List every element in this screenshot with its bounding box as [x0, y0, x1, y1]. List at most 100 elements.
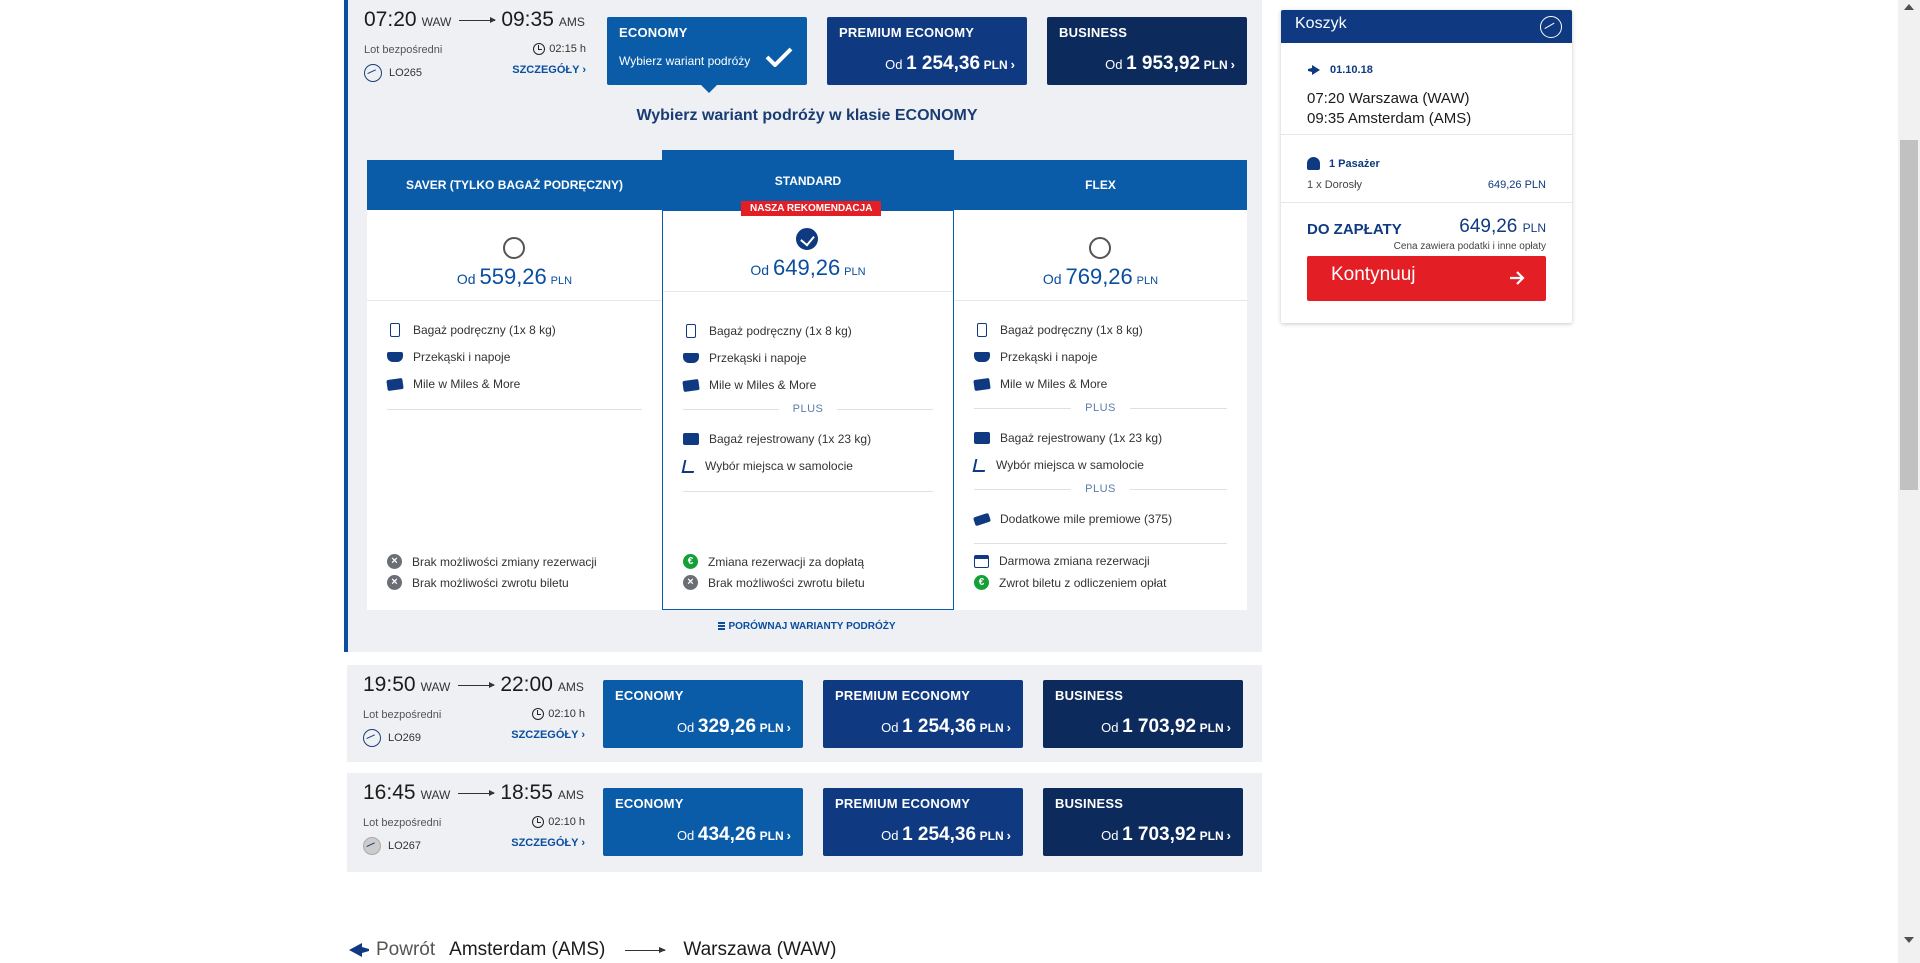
miles-card-icon [386, 377, 404, 391]
flight-info: 19:50 WAW 22:00 AMS Lot bezpośredni 02:1… [363, 673, 585, 753]
fare-premium-economy[interactable]: PREMIUM ECONOMY Od 1 254,36 PLN › [823, 788, 1023, 856]
feature-label: Dodatkowe mile premiowe (375) [1000, 512, 1173, 526]
flight-number: LO267 [363, 837, 421, 855]
page: 07:20 WAW 09:35 AMS Lot bezpośredni 02:1… [0, 0, 1920, 963]
divider [683, 491, 933, 492]
return-flight-header: Powrót Amsterdam (AMS) Warszawa (WAW) [348, 939, 836, 961]
variant-saver[interactable]: SAVER (TYLKO BAGAŻ PODRĘCZNY) Od 559,26 … [367, 160, 662, 610]
price-prefix: Od [881, 720, 899, 735]
price-currency: PLN [844, 266, 866, 278]
price-amount: 649,26 [772, 255, 841, 280]
feature-label: Bagaż podręczny (1x 8 kg) [709, 324, 852, 338]
flight-times: 16:45 WAW 18:55 AMS [363, 781, 585, 805]
lot-crane-icon [364, 64, 382, 82]
fare-name: BUSINESS [1059, 25, 1128, 40]
divider [367, 300, 662, 301]
flight-times: 19:50 WAW 22:00 AMS [363, 673, 585, 697]
scrollbar[interactable] [1898, 0, 1920, 963]
feature-hand-baggage: Bagaż podręczny (1x 8 kg) [683, 324, 852, 338]
fare-premium-economy[interactable]: PREMIUM ECONOMY Od 1 254,36 PLN › [823, 680, 1023, 748]
price-amount: 1 703,92 [1122, 824, 1197, 845]
arrival-airport: AMS [558, 15, 585, 29]
fare-price: Od 1 254,36 PLN › [881, 716, 1011, 738]
total-value: 649,26 [1459, 216, 1518, 237]
flight-row-expanded: 07:20 WAW 09:35 AMS Lot bezpośredni 02:1… [344, 0, 1262, 652]
fare-name: BUSINESS [1055, 796, 1124, 811]
cart-flight-date: 01.10.18 [1307, 63, 1373, 77]
route-arrow [459, 17, 497, 23]
lot-logo-icon [1540, 16, 1562, 38]
fare-economy[interactable]: ECONOMY Od 434,26 PLN › [603, 788, 803, 856]
plus-label: PLUS [792, 403, 824, 415]
details-link[interactable]: SZCZEGÓŁY › [511, 729, 585, 741]
arrival-time: 22:00 [500, 673, 553, 696]
divider [387, 409, 642, 410]
feature-snacks: Przekąski i napoje [387, 350, 510, 364]
variant-radio-checked[interactable] [796, 228, 818, 250]
fare-name: PREMIUM ECONOMY [839, 25, 975, 40]
snack-icon [974, 352, 990, 362]
condition-label: Brak możliwości zwrotu biletu [412, 575, 569, 590]
divider [663, 291, 953, 292]
fare-economy-selected[interactable]: ECONOMY Wybierz wariant podróży [607, 17, 807, 93]
price-amount: 434,26 [697, 824, 757, 845]
scroll-up-icon[interactable] [1904, 4, 1914, 10]
euro-icon: € [683, 554, 698, 569]
feature-label: Bagaż podręczny (1x 8 kg) [1000, 323, 1143, 337]
flight-duration: 02:10 h [532, 816, 585, 828]
price-prefix: Od [1101, 720, 1119, 735]
duration-value: 02:15 h [549, 43, 586, 55]
variant-standard[interactable]: STANDARD NASZA REKOMENDACJA Od 649,26 PL… [662, 150, 954, 610]
fare-premium-economy[interactable]: PREMIUM ECONOMY Od 1 254,36 PLN › [827, 17, 1027, 85]
adult-price: 649,26 PLN [1487, 179, 1546, 191]
condition-label: Zmiana rezerwacji za dopłatą [708, 554, 865, 569]
compare-variants-link[interactable]: PORÓWNAJ WARIANTY PODRÓŻY [348, 621, 1266, 632]
details-link[interactable]: SZCZEGÓŁY › [512, 64, 586, 76]
plus-label: PLUS [1085, 483, 1116, 495]
plus-divider: PLUS [974, 482, 1227, 496]
chevron-right-icon: › [1010, 57, 1015, 72]
selection-pointer [701, 85, 717, 93]
route-arrow [625, 946, 667, 953]
price-amount: 1 953,92 [1126, 53, 1201, 74]
scrollbar-thumb[interactable] [1900, 140, 1918, 490]
return-to: Warszawa (WAW) [683, 939, 837, 960]
feature-miles: Mile w Miles & More [386, 377, 520, 391]
condition-paid-change: € Zmiana rezerwacji za dopłatą [683, 554, 864, 569]
fare-business[interactable]: BUSINESS Od 1 703,92 PLN › [1043, 788, 1243, 856]
condition-free-change: Darmowa zmiana rezerwacji [974, 554, 1150, 568]
calendar-icon [974, 554, 989, 568]
fare-price: Od 434,26 PLN › [677, 824, 791, 846]
checkmark-icon [765, 47, 793, 67]
flight-number: LO269 [363, 729, 421, 747]
price-prefix: Od [676, 828, 695, 843]
price-currency: PLN [1199, 829, 1224, 843]
passenger-icon [1307, 157, 1320, 170]
fare-economy[interactable]: ECONOMY Od 329,26 PLN › [603, 680, 803, 748]
price-prefix: Od [1105, 57, 1123, 72]
feature-label: Mile w Miles & More [1000, 377, 1108, 391]
continue-button[interactable]: Kontynuuj [1307, 256, 1546, 301]
fare-name: PREMIUM ECONOMY [835, 688, 971, 703]
details-link[interactable]: SZCZEGÓŁY › [511, 837, 585, 849]
departure-airport: WAW [420, 680, 451, 694]
variant-flex[interactable]: FLEX Od 769,26 PLN Bagaż podręczny (1x 8… [954, 160, 1247, 610]
total-note: Cena zawiera podatki i inne opłaty [1393, 241, 1546, 252]
scroll-down-icon[interactable] [1904, 937, 1914, 943]
feature-snacks: Przekąski i napoje [683, 351, 806, 365]
arrival-time: 09:35 [501, 8, 554, 31]
duration-value: 02:10 h [548, 816, 585, 828]
total-label: DO ZAPŁATY [1307, 221, 1402, 238]
price-currency: PLN [1136, 275, 1159, 287]
variant-radio[interactable] [1089, 237, 1111, 259]
variant-price: Od 769,26 PLN [954, 264, 1247, 290]
chevron-right-icon: › [1006, 720, 1011, 735]
miles-card-icon [973, 377, 991, 391]
fare-business[interactable]: BUSINESS Od 1 953,92 PLN › [1047, 17, 1247, 85]
euro-icon: € [974, 575, 989, 590]
feature-hand-baggage: Bagaż podręczny (1x 8 kg) [974, 323, 1143, 337]
fare-business[interactable]: BUSINESS Od 1 703,92 PLN › [1043, 680, 1243, 748]
fare-name: PREMIUM ECONOMY [835, 796, 971, 811]
variant-name: SAVER (TYLKO BAGAŻ PODRĘCZNY) [367, 160, 662, 210]
variant-radio[interactable] [503, 237, 525, 259]
